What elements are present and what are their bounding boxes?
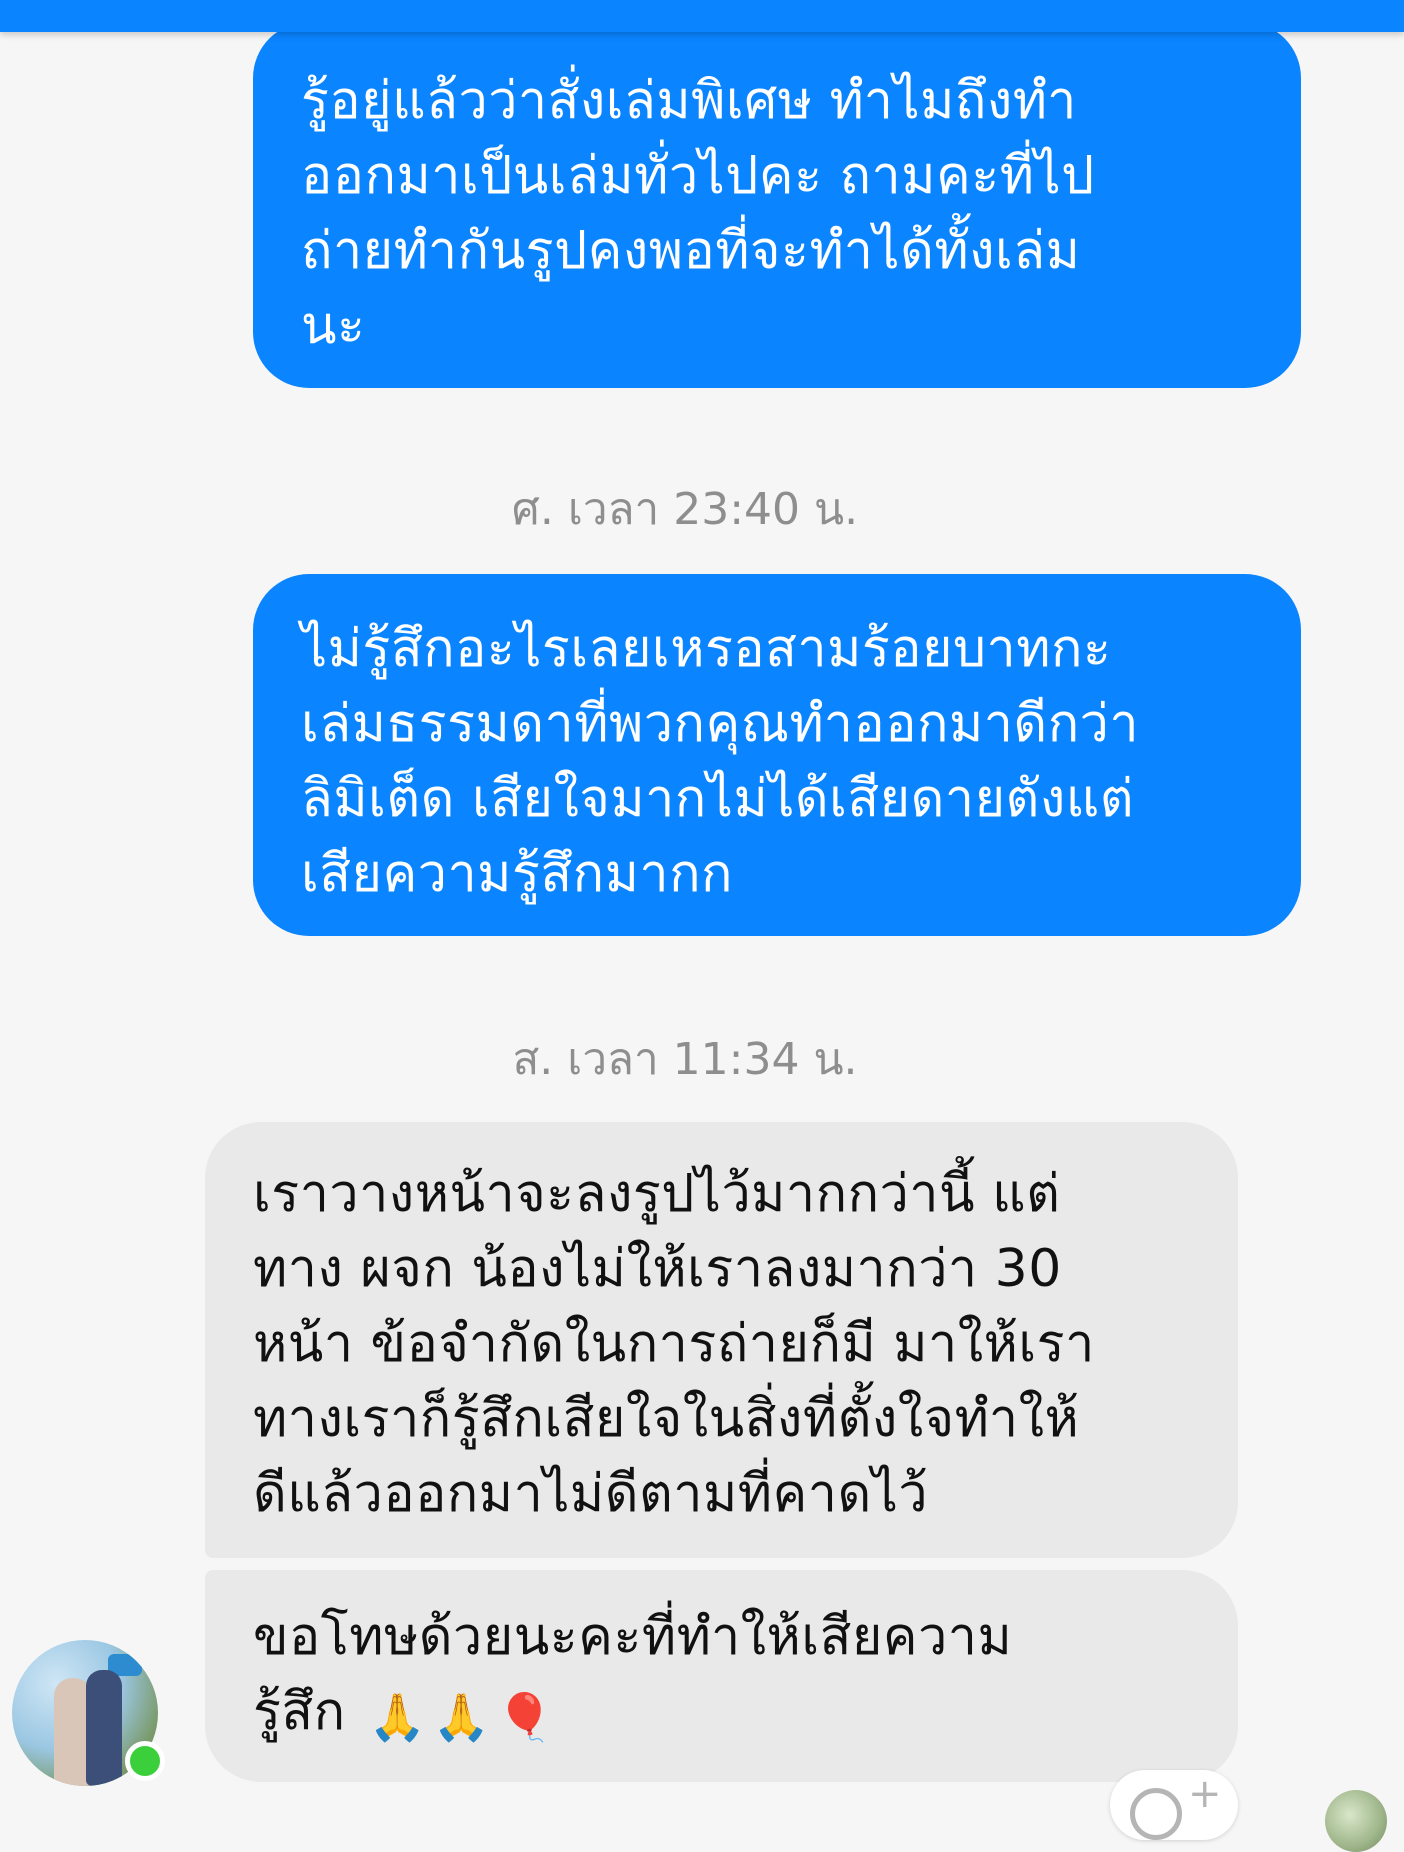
message-line: ทางเราก็รู้สึกเสียใจในสิ่งที่ตั้งใจทำให้ <box>253 1389 1080 1449</box>
message-line: ออกมาเป็นเล่มทั่วไปคะ ถามคะที่ไป <box>301 146 1095 206</box>
contact-avatar[interactable] <box>12 1640 165 1786</box>
message-line: เราวางหน้าจะลงรูปไว้มากกว่านี้ แต่ <box>253 1164 1061 1224</box>
incoming-message-bubble[interactable]: เราวางหน้าจะลงรูปไว้มากกว่านี้ แต่ ทาง ผ… <box>205 1122 1238 1558</box>
message-timestamp: ศ. เวลา 23:40 น. <box>511 484 859 535</box>
message-line: ถ่ายทำกันรูปคงพอที่จะทำได้ทั้งเล่ม <box>301 221 1081 281</box>
folded-hands-icon: 🙏 <box>368 1690 427 1744</box>
online-dot-icon <box>125 1741 165 1781</box>
balloon-icon: 🎈 <box>496 1690 555 1744</box>
message-line: หน้า ข้อจำกัดในการถ่ายก็มี มาให้เรา <box>253 1314 1095 1374</box>
read-receipt-avatar <box>1325 1790 1387 1852</box>
top-app-bar <box>0 0 1404 32</box>
message-line: ดีแล้วออกมาไม่ดีตามที่คาดไว้ <box>253 1464 929 1524</box>
plus-icon: + <box>1188 1771 1222 1817</box>
outgoing-message-bubble[interactable]: ไม่รู้สึกอะไรเลยเหรอสามร้อยบาทกะ เล่มธรร… <box>253 574 1301 936</box>
message-line: เล่มธรรมดาที่พวกคุณทำออกมาดีกว่า <box>301 694 1140 754</box>
message-line: นะ <box>301 296 366 356</box>
add-reaction-icon <box>1130 1788 1182 1840</box>
message-line: ลิมิเต็ด เสียใจมากไม่ได้เสียดายตังแต่ <box>301 769 1134 829</box>
incoming-message-bubble[interactable]: ขอโทษด้วยนะคะที่ทำให้เสียความ รู้สึก 🙏 🙏 🎈 <box>205 1570 1238 1782</box>
message-line: ขอโทษด้วยนะคะที่ทำให้เสียความ <box>253 1607 1013 1667</box>
message-line: เสียความรู้สึกมากก <box>301 844 734 904</box>
message-timestamp: ส. เวลา 11:34 น. <box>512 1034 858 1085</box>
message-line: รู้สึก <box>253 1682 346 1742</box>
message-line: ทาง ผจก น้องไม่ให้เราลงมากว่า 30 <box>253 1239 1062 1299</box>
folded-hands-icon: 🙏 <box>432 1690 491 1744</box>
outgoing-message-bubble[interactable]: รู้อยู่แล้วว่าสั่งเล่มพิเศษ ทำไมถึงทำ ออ… <box>253 22 1301 388</box>
message-line: รู้อยู่แล้วว่าสั่งเล่มพิเศษ ทำไมถึงทำ <box>301 71 1077 131</box>
add-reaction-button[interactable]: + <box>1110 1770 1238 1840</box>
message-line: ไม่รู้สึกอะไรเลยเหรอสามร้อยบาทกะ <box>301 619 1112 679</box>
